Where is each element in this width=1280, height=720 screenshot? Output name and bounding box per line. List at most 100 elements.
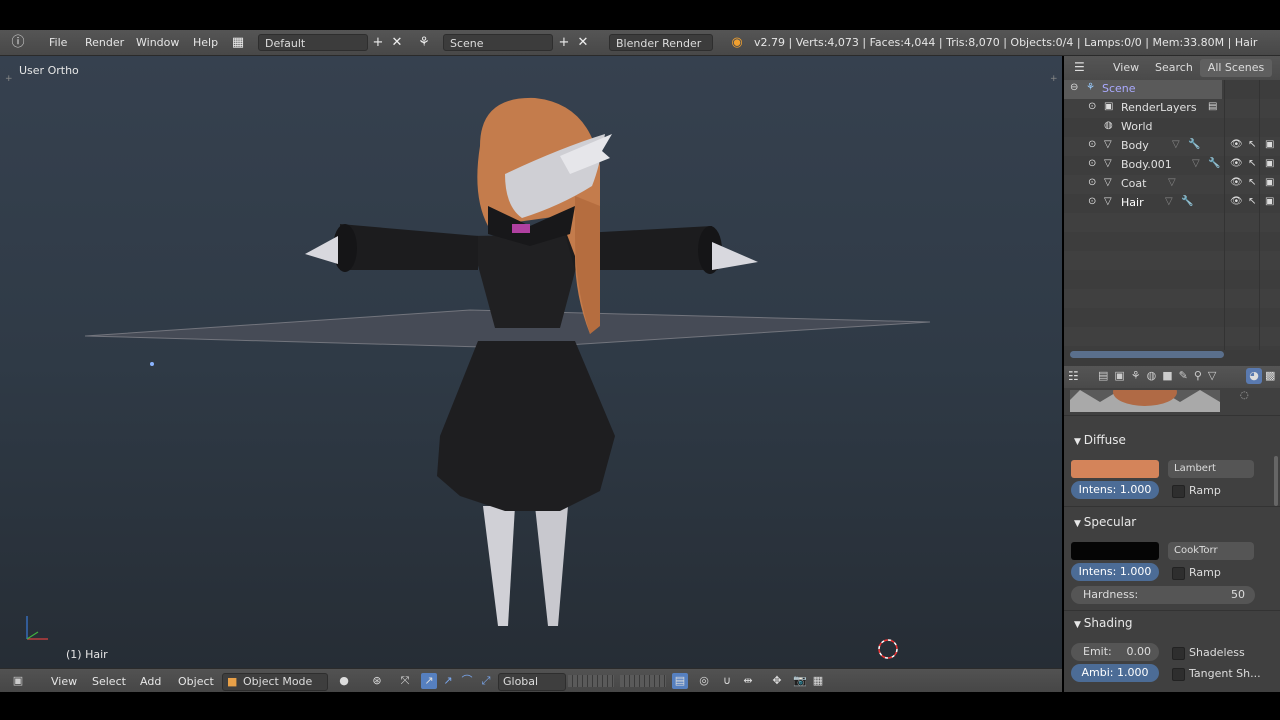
info-editor-icon[interactable]: ⓘ [10,34,26,51]
properties-scrollbar[interactable] [1274,456,1278,506]
active-object-label: (1) Hair [66,648,108,661]
proportional-edit-icon[interactable]: ◎ [696,673,712,689]
screen-layout-icon[interactable]: ▦ [230,34,246,51]
remove-layout-icon[interactable]: ✕ [389,34,405,51]
shading-panel-title[interactable]: ▼ Shading [1074,616,1133,630]
render-layer-icon: ▤ [1208,101,1218,112]
scene-icon[interactable]: ⚘ [416,34,432,51]
hardness-field[interactable]: Hardness: 50 [1071,586,1255,604]
outliner-row-world[interactable]: ◍ World [1064,118,1280,137]
menu-view[interactable]: View [51,674,77,689]
diffuse-ramp-checkbox[interactable] [1172,485,1185,498]
render-camera-icon[interactable]: ▣ [1265,196,1274,207]
letterbox-top [0,0,1280,30]
outliner-row-scene[interactable]: ⊖ ⚘ Scene [1064,80,1222,99]
select-arrow-icon[interactable]: ↖ [1248,139,1256,150]
menu-select[interactable]: Select [92,674,126,689]
texture-tab-icon[interactable]: ▩ [1265,369,1275,382]
mode-select[interactable]: ■ Object Mode [222,673,328,691]
viewport-shading-icon[interactable]: ● [336,673,352,689]
snap-target-icon[interactable]: ✥ [769,673,785,689]
outliner-display-mode[interactable]: All Scenes [1200,59,1272,77]
diffuse-ramp-label: Ramp [1189,484,1221,497]
emit-field[interactable]: Emit: 0.00 [1071,643,1159,661]
properties-editor-icon[interactable]: ☷ [1068,369,1079,383]
opengl-anim-icon[interactable]: ▦ [810,673,826,689]
outliner-menu-view[interactable]: View [1113,61,1139,74]
world-icon: ◍ [1104,120,1113,131]
layer-buttons-left[interactable] [568,675,614,687]
lock-layers-icon[interactable]: ▤ [672,673,688,689]
visibility-eye-icon[interactable]: 👁 [1230,196,1243,207]
add-scene-icon[interactable]: + [556,34,572,51]
specular-shader-select[interactable]: CookTorr [1168,542,1254,560]
visibility-eye-icon[interactable]: 👁 [1230,139,1243,150]
specular-intensity-field[interactable]: Intens: 1.000 [1071,563,1159,581]
snap-element-icon[interactable]: ⇹ [740,673,756,689]
menu-window[interactable]: Window [136,35,179,51]
left-hand [305,236,338,264]
diffuse-shader-select[interactable]: Lambert [1168,460,1254,478]
preview-type-icon[interactable]: ◌ [1240,390,1249,401]
scale-icon[interactable]: ⤢ [478,673,494,689]
snap-icon[interactable]: ∪ [719,673,735,689]
3d-cursor [878,639,898,659]
tangent-shading-checkbox[interactable] [1172,668,1185,681]
right-hand [712,242,758,270]
properties-header: ☷ ▤▣⚘◍■✎⚲▽ ◕ ▩ [1064,366,1280,388]
menu-add[interactable]: Add [140,674,161,689]
screen-layout-field[interactable]: Default [258,34,368,51]
select-arrow-icon[interactable]: ↖ [1248,158,1256,169]
scene-icon: ⚘ [1086,82,1095,93]
orientation-select[interactable]: Global [498,673,566,691]
specular-ramp-label: Ramp [1189,566,1221,579]
material-tab-icon[interactable]: ◕ [1246,368,1262,384]
pivot-point-icon[interactable]: ⊛ [369,673,385,689]
select-arrow-icon[interactable]: ↖ [1248,196,1256,207]
diffuse-intensity-field[interactable]: Intens: 1.000 [1071,481,1159,499]
context-tabs[interactable]: ▤▣⚘◍■✎⚲▽ [1098,369,1222,382]
outliner-row-coat[interactable]: ⊙ ▽ Coat ▽ 👁 ↖ ▣ [1064,175,1280,194]
translate-manipulator-icon[interactable]: ↗ [421,673,437,689]
shadeless-checkbox[interactable] [1172,647,1185,660]
outliner-row-body[interactable]: ⊙ ▽ Body ▽ 🔧 👁 ↖ ▣ [1064,137,1280,156]
menu-file[interactable]: File [49,35,67,51]
outliner-row-renderlayers[interactable]: ⊙ ▣ RenderLayers ▤ [1064,99,1280,118]
move-icon[interactable]: ↗ [440,673,456,689]
specular-color-swatch[interactable] [1071,542,1159,560]
mesh-data-icon: ▽ [1172,139,1180,150]
scene-field[interactable]: Scene [443,34,553,51]
outliner-scrollbar[interactable] [1070,351,1224,358]
modifier-wrench-icon: 🔧 [1208,158,1221,169]
collapse-icon[interactable]: ⊖ [1070,82,1078,93]
visibility-eye-icon[interactable]: 👁 [1230,177,1243,188]
layer-buttons-right[interactable] [620,675,666,687]
select-arrow-icon[interactable]: ↖ [1248,177,1256,188]
3d-viewport[interactable]: User Ortho + + (1) Hair [0,56,1062,668]
render-camera-icon[interactable]: ▣ [1265,139,1274,150]
add-layout-icon[interactable]: + [370,34,386,51]
ambient-field[interactable]: Ambi: 1.000 [1071,664,1159,682]
outliner-header: ☰ View Search All Scenes [1064,56,1280,80]
specular-ramp-checkbox[interactable] [1172,567,1185,580]
render-engine-select[interactable]: Blender Render [609,34,713,51]
menu-object[interactable]: Object [178,674,214,689]
outliner-row-hair[interactable]: ⊙ ▽ Hair ▽ 🔧 👁 ↖ ▣ [1064,194,1280,213]
editor-type-icon[interactable]: ▣ [10,673,26,689]
diffuse-panel-title[interactable]: ▼ Diffuse [1074,433,1126,447]
manipulator-icon[interactable]: ⤧ [397,673,413,689]
render-camera-icon[interactable]: ▣ [1265,177,1274,188]
visibility-eye-icon[interactable]: 👁 [1230,158,1243,169]
rotate-icon[interactable]: ⌒ [459,673,475,689]
outliner-editor-icon[interactable]: ☰ [1074,60,1085,74]
opengl-render-icon[interactable]: 📷 [792,673,808,689]
menu-render[interactable]: Render [85,35,124,51]
outliner-row-body001[interactable]: ⊙ ▽ Body.001 ▽ 🔧 👁 ↖ ▣ [1064,156,1280,175]
remove-scene-icon[interactable]: ✕ [575,34,591,51]
specular-panel-title[interactable]: ▼ Specular [1074,515,1136,529]
mesh-data-icon: ▽ [1192,158,1200,169]
outliner-menu-search[interactable]: Search [1155,61,1193,74]
diffuse-color-swatch[interactable] [1071,460,1159,478]
render-camera-icon[interactable]: ▣ [1265,158,1274,169]
menu-help[interactable]: Help [193,35,218,51]
